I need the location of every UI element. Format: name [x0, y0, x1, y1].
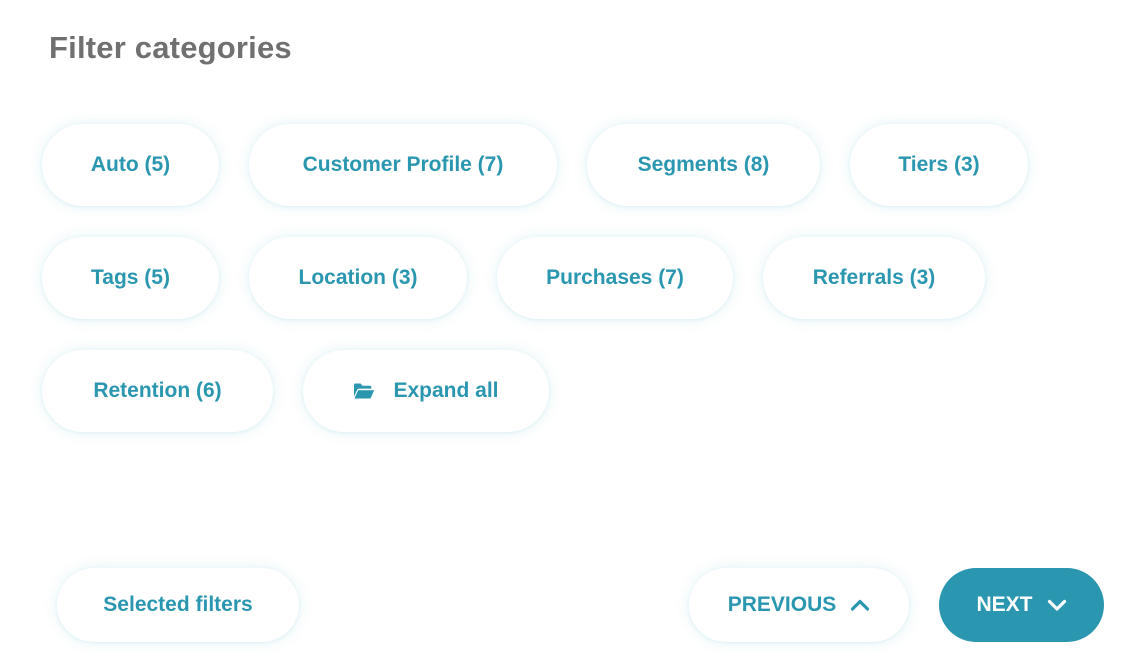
chip-tags[interactable]: Tags (5)	[42, 237, 219, 319]
folder-open-icon	[353, 382, 375, 400]
previous-button[interactable]: PREVIOUS	[689, 568, 909, 642]
next-label: NEXT	[976, 593, 1033, 616]
chevron-up-icon	[850, 598, 870, 612]
chip-segments-label: Segments (8)	[637, 153, 770, 176]
chip-customer-profile-label: Customer Profile (7)	[302, 153, 504, 176]
chip-location-label: Location (3)	[298, 266, 418, 289]
chip-location[interactable]: Location (3)	[249, 237, 467, 319]
chip-tiers-label: Tiers (3)	[898, 153, 980, 176]
chip-retention-label: Retention (6)	[93, 379, 222, 402]
previous-label: PREVIOUS	[727, 593, 837, 616]
chip-purchases-label: Purchases (7)	[546, 266, 684, 289]
chip-tiers[interactable]: Tiers (3)	[850, 124, 1028, 206]
chip-tags-label: Tags (5)	[91, 266, 170, 289]
next-button[interactable]: NEXT	[939, 568, 1104, 642]
chip-auto[interactable]: Auto (5)	[42, 124, 219, 206]
chip-retention[interactable]: Retention (6)	[42, 350, 273, 432]
page-title: Filter categories	[49, 30, 292, 65]
chip-referrals-label: Referrals (3)	[812, 266, 936, 289]
chip-auto-label: Auto (5)	[90, 153, 171, 176]
selected-filters-button[interactable]: Selected filters	[57, 568, 299, 642]
chevron-down-icon	[1047, 598, 1067, 612]
selected-filters-label: Selected filters	[103, 593, 253, 616]
chip-referrals[interactable]: Referrals (3)	[763, 237, 985, 319]
chip-customer-profile[interactable]: Customer Profile (7)	[249, 124, 557, 206]
expand-all-label: Expand all	[393, 379, 499, 402]
expand-all-button[interactable]: Expand all	[303, 350, 549, 432]
chip-purchases[interactable]: Purchases (7)	[497, 237, 733, 319]
chip-segments[interactable]: Segments (8)	[587, 124, 820, 206]
